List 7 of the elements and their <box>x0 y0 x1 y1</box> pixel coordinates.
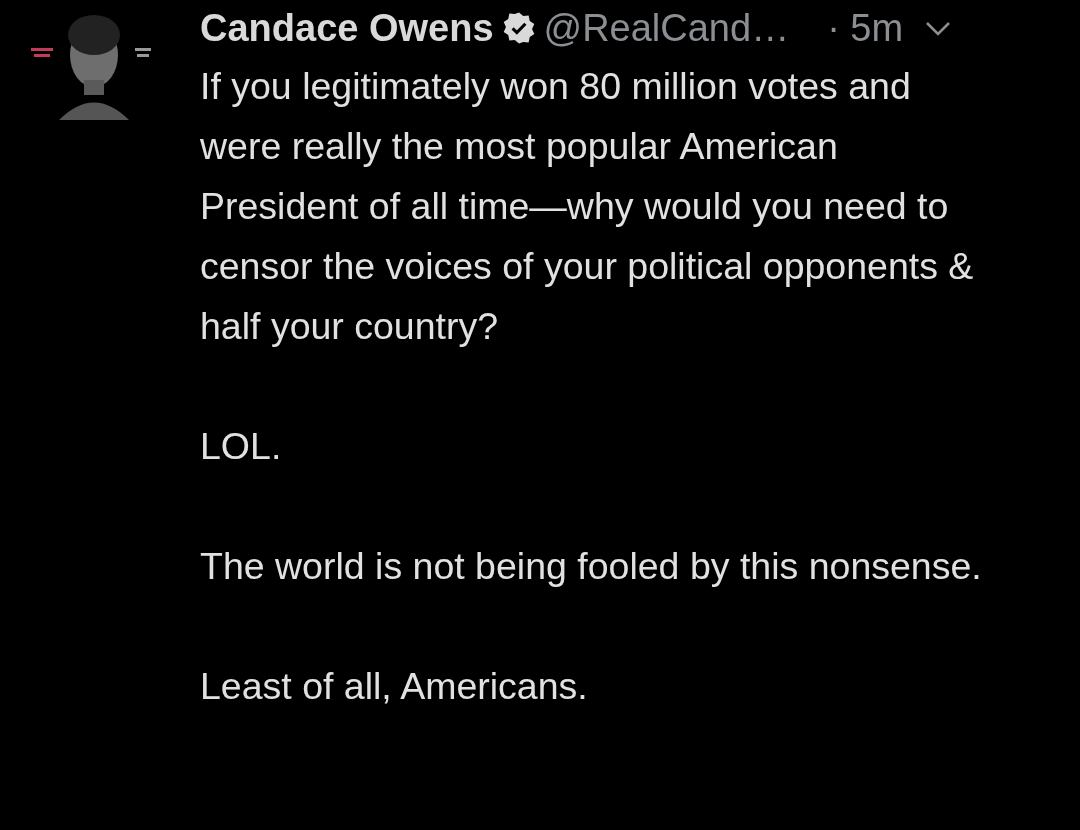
tweet-text: If you legitimately won 80 million votes and were really the most popular American President of all time—why would you need to censor the voices of your political opponents & half your country? <box>200 64 975 349</box>
tweet-text: Least of all, Americans. <box>200 664 589 709</box>
author-handle[interactable]: @RealCand… <box>543 6 790 50</box>
author-name[interactable]: Candace Owens <box>200 6 494 50</box>
tweet-text: The world is not being fooled by this nonsense. <box>200 544 983 589</box>
tweet-text: LOL. <box>200 424 283 469</box>
timestamp: · 5m <box>827 6 904 50</box>
